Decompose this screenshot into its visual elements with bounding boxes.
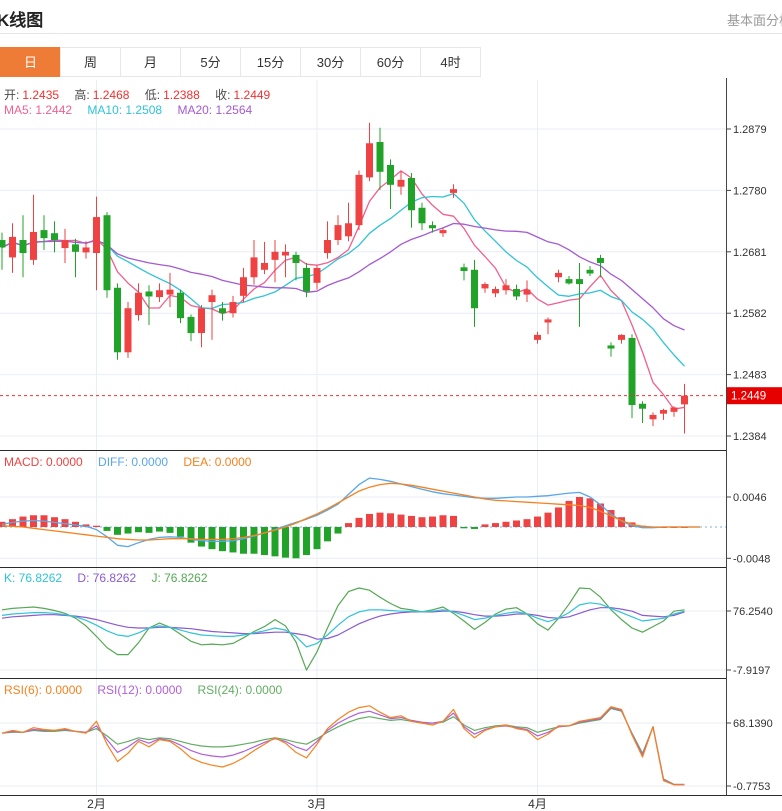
svg-text:1.2384: 1.2384 <box>733 431 767 443</box>
rsi6-value: RSI(6): 0.0000 <box>4 683 82 697</box>
open-label: 开: <box>4 88 19 102</box>
kdj-legend: K: 76.8262 D: 76.8262 J: 76.8262 <box>4 571 211 585</box>
low-label: 低: <box>145 88 160 102</box>
svg-text:3月: 3月 <box>308 797 327 811</box>
dea-value: DEA: 0.0000 <box>183 455 251 469</box>
k-value: K: 76.8262 <box>4 571 62 585</box>
svg-text:1.2681: 1.2681 <box>733 247 767 259</box>
close-value: 1.2449 <box>234 88 271 102</box>
svg-text:1.2780: 1.2780 <box>733 185 767 197</box>
rsi24-value: RSI(24): 0.0000 <box>197 683 282 697</box>
ma20-legend: MA20: 1.2564 <box>177 103 252 117</box>
ma5-legend: MA5: 1.2442 <box>4 103 72 117</box>
svg-text:2月: 2月 <box>87 797 106 811</box>
d-value: D: 76.8262 <box>77 571 136 585</box>
macd-value: MACD: 0.0000 <box>4 455 83 469</box>
high-value: 1.2468 <box>93 88 130 102</box>
ma-legend: MA5: 1.2442 MA10: 1.2508 MA20: 1.2564 <box>4 103 255 117</box>
rsi-legend: RSI(6): 0.0000 RSI(12): 0.0000 RSI(24): … <box>4 683 285 697</box>
svg-text:68.1390: 68.1390 <box>733 718 773 730</box>
ma10-legend: MA10: 1.2508 <box>87 103 162 117</box>
close-label: 收: <box>215 88 230 102</box>
svg-text:1.2449: 1.2449 <box>731 391 766 403</box>
svg-text:1.2483: 1.2483 <box>733 370 767 382</box>
j-value: J: 76.8262 <box>151 571 207 585</box>
svg-text:4月: 4月 <box>528 797 547 811</box>
ohlc-legend: 开:1.2435 高: 1.2468 低:1.2388 收: 1.2449 <box>4 86 273 103</box>
svg-text:1.2582: 1.2582 <box>733 308 767 320</box>
rsi12-value: RSI(12): 0.0000 <box>97 683 182 697</box>
svg-text:-0.7753: -0.7753 <box>733 781 770 793</box>
svg-text:-7.9197: -7.9197 <box>733 665 770 677</box>
svg-text:76.2540: 76.2540 <box>733 606 773 618</box>
low-value: 1.2388 <box>163 88 200 102</box>
diff-value: DIFF: 0.0000 <box>98 455 168 469</box>
macd-legend: MACD: 0.0000 DIFF: 0.0000 DEA: 0.0000 <box>4 455 254 469</box>
open-value: 1.2435 <box>22 88 59 102</box>
svg-text:-0.0048: -0.0048 <box>733 553 770 565</box>
high-label: 高: <box>74 88 89 102</box>
svg-text:0.0046: 0.0046 <box>733 492 767 504</box>
svg-text:1.2879: 1.2879 <box>733 124 767 136</box>
